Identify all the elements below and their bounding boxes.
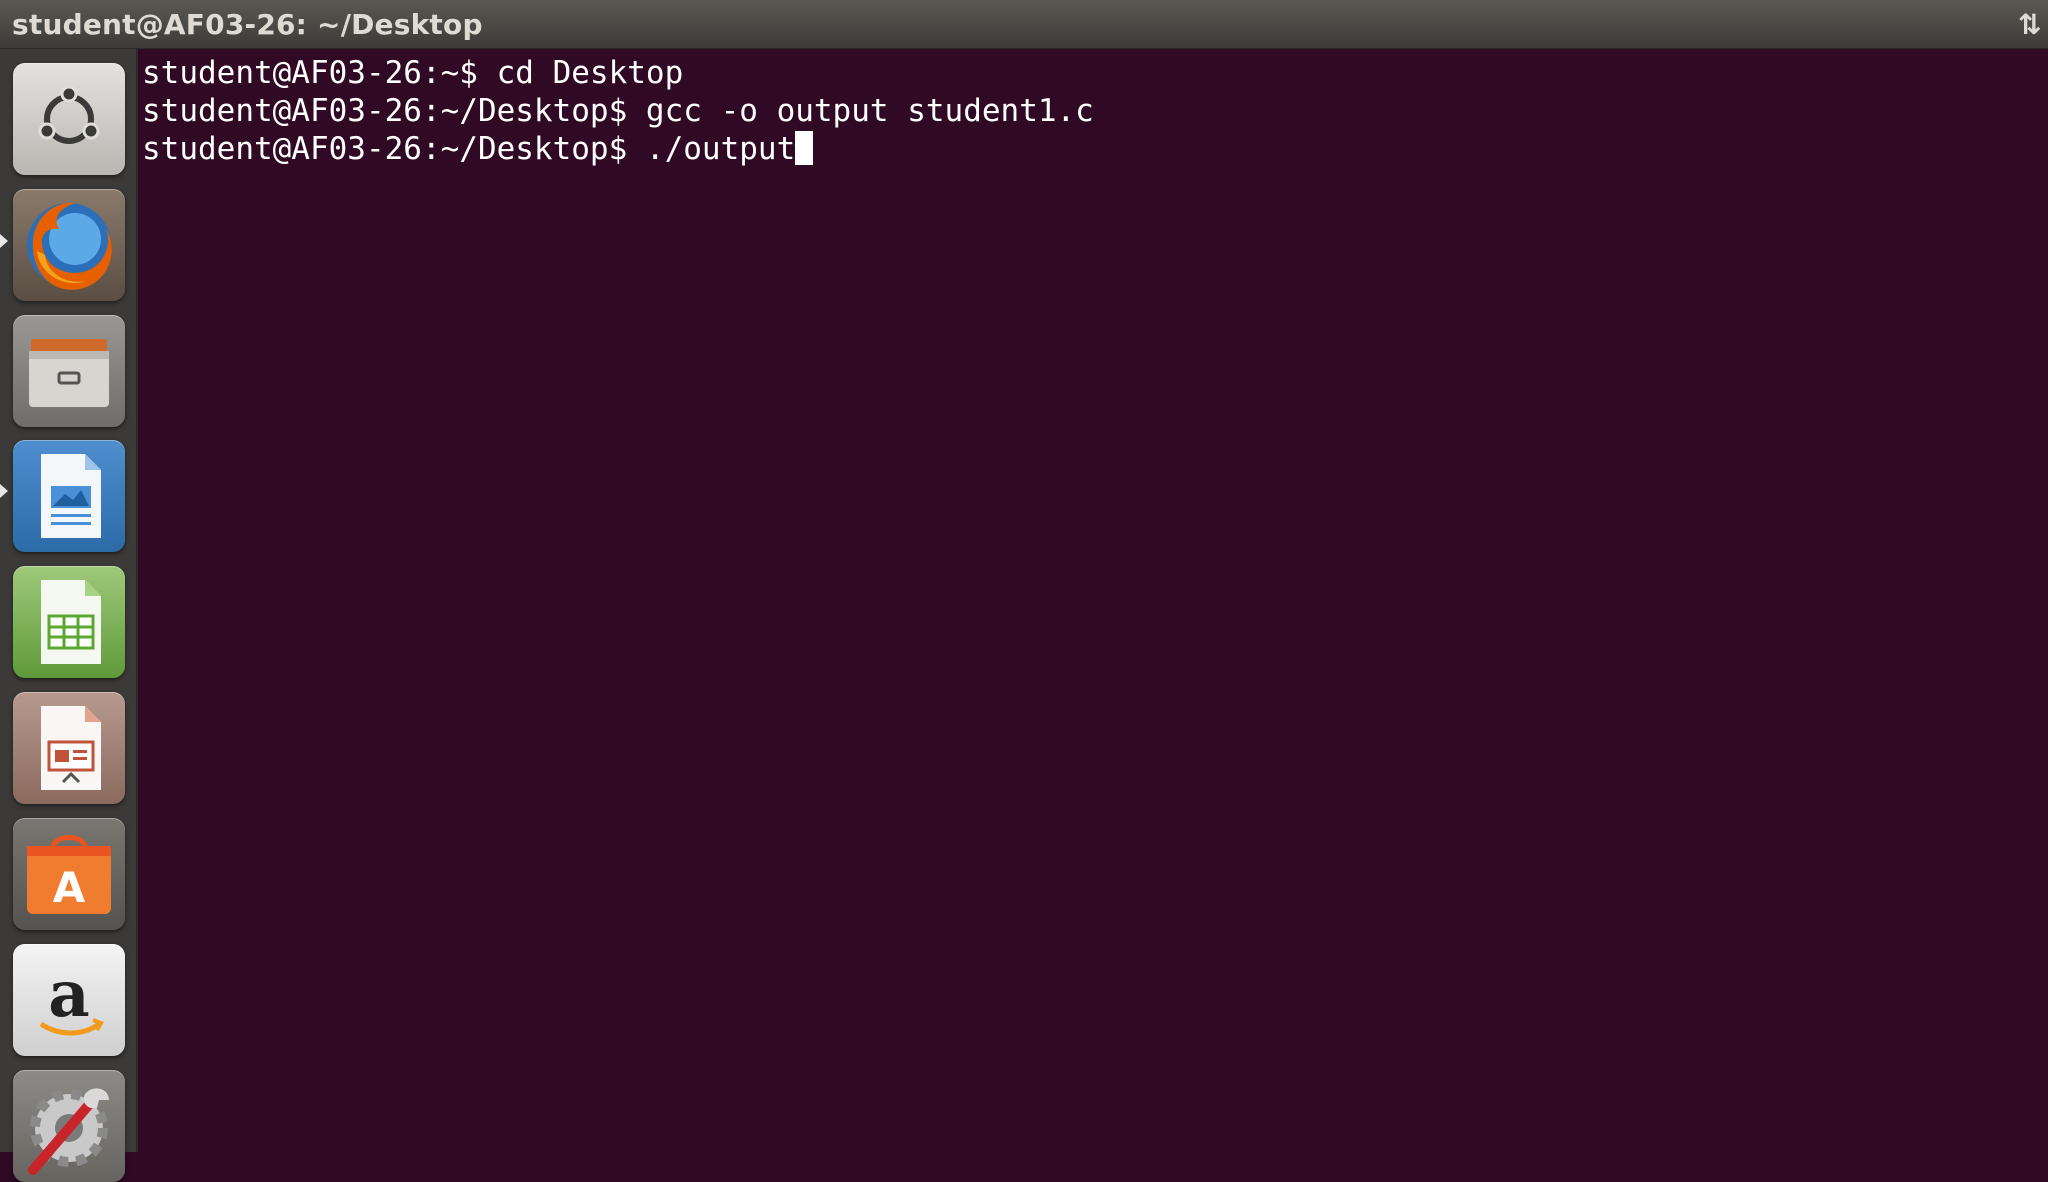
command-text: ./output (645, 131, 796, 167)
launcher-item-writer[interactable] (13, 440, 125, 552)
top-panel: student@AF03-26: ~/Desktop ⇅ (0, 0, 2048, 49)
system-settings-icon (28, 1088, 109, 1175)
unity-launcher: A a (0, 49, 138, 1182)
prompt: student@AF03-26:~$ (142, 55, 497, 91)
launcher-item-dash[interactable] (13, 63, 125, 175)
svg-text:A: A (53, 863, 86, 912)
text-cursor (795, 131, 814, 165)
software-center-icon: A (27, 835, 111, 914)
running-indicator (0, 234, 8, 248)
terminal-line: student@AF03-26:~/Desktop$ ./output (142, 130, 814, 168)
command-text: cd Desktop (496, 55, 684, 91)
launcher-item-system-settings[interactable] (13, 1070, 125, 1182)
files-icon (29, 339, 109, 407)
launcher-item-impress[interactable] (13, 692, 125, 804)
launcher-item-files[interactable] (13, 315, 125, 427)
libreoffice-calc-icon (41, 580, 101, 664)
prompt: student@AF03-26:~/Desktop$ (142, 131, 646, 167)
launcher-item-amazon[interactable]: a (13, 944, 125, 1056)
running-indicator (0, 484, 8, 498)
terminal-area[interactable]: student@AF03-26:~$ cd Desktop student@AF… (140, 50, 2048, 1152)
libreoffice-writer-icon (41, 454, 101, 538)
command-text: gcc -o output student1.c (645, 93, 1094, 129)
network-arrows-icon[interactable]: ⇅ (2018, 8, 2048, 40)
prompt: student@AF03-26:~/Desktop$ (142, 93, 646, 129)
terminal-line: student@AF03-26:~$ cd Desktop (142, 54, 683, 92)
ubuntu-dash-icon (38, 85, 100, 144)
amazon-icon: a (39, 957, 104, 1036)
launcher-item-calc[interactable] (13, 566, 125, 678)
launcher-item-firefox[interactable] (13, 189, 125, 301)
libreoffice-impress-icon (41, 706, 101, 790)
firefox-icon (27, 202, 112, 290)
window-title: student@AF03-26: ~/Desktop (12, 8, 483, 41)
terminal-line: student@AF03-26:~/Desktop$ gcc -o output… (142, 92, 1094, 130)
svg-text:a: a (48, 957, 89, 1032)
launcher-item-software-center[interactable]: A (13, 818, 125, 930)
